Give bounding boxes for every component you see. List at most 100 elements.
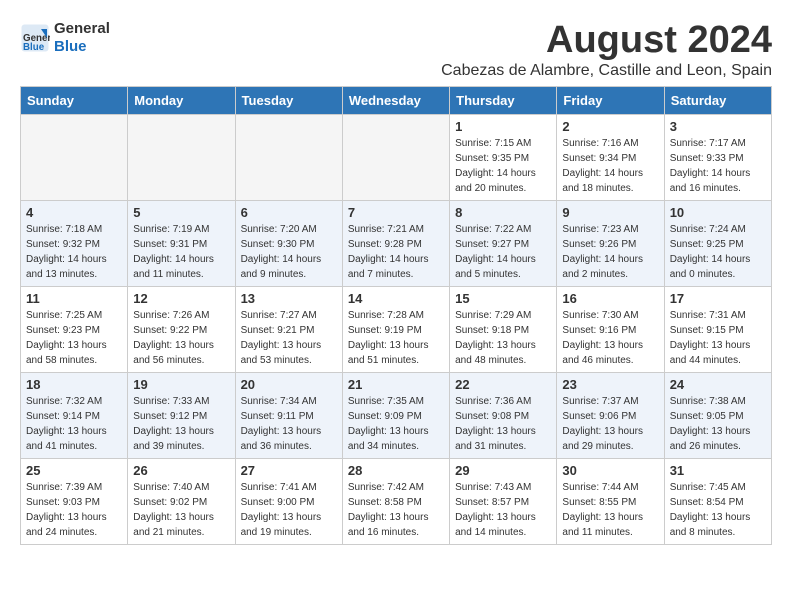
day-info: Sunrise: 7:33 AMSunset: 9:12 PMDaylight:… [133,394,229,454]
calendar-cell: 13Sunrise: 7:27 AMSunset: 9:21 PMDayligh… [235,286,342,372]
day-info: Sunrise: 7:15 AMSunset: 9:35 PMDaylight:… [455,136,551,196]
calendar-cell [128,114,235,200]
day-number: 10 [670,205,766,220]
day-number: 16 [562,291,658,306]
col-friday: Friday [557,86,664,114]
day-number: 21 [348,377,444,392]
calendar-cell: 27 Sunrise: 7:41 AMSunset: 9:00 PMDayligh… [235,458,342,544]
calendar-cell: 4Sunrise: 7:18 AMSunset: 9:32 PMDaylight… [21,200,128,286]
calendar-cell [342,114,449,200]
calendar-cell: 31Sunrise: 7:45 AMSunset: 8:54 PMDayligh… [664,458,771,544]
day-info: Sunrise: 7:31 AMSunset: 9:15 PMDaylight:… [670,308,766,368]
calendar-cell: 24 Sunrise: 7:38 AMSunset: 9:05 PMDayligh… [664,372,771,458]
day-number: 30 [562,463,658,478]
day-number: 7 [348,205,444,220]
day-info: Sunrise: 7:23 AMSunset: 9:26 PMDaylight:… [562,222,658,282]
day-number: 29 [455,463,551,478]
calendar-cell: 17Sunrise: 7:31 AMSunset: 9:15 PMDayligh… [664,286,771,372]
col-wednesday: Wednesday [342,86,449,114]
calendar-cell: 20Sunrise: 7:34 AMSunset: 9:11 PMDayligh… [235,372,342,458]
day-info: Sunrise: 7:26 AMSunset: 9:22 PMDaylight:… [133,308,229,368]
day-number: 22 [455,377,551,392]
calendar-cell: 16 Sunrise: 7:30 AMSunset: 9:16 PMDayligh… [557,286,664,372]
svg-text:Blue: Blue [23,42,45,53]
col-sunday: Sunday [21,86,128,114]
calendar-cell: 2Sunrise: 7:16 AMSunset: 9:34 PMDaylight… [557,114,664,200]
day-info: Sunrise: 7:36 AMSunset: 9:08 PMDaylight:… [455,394,551,454]
day-number: 1 [455,119,551,134]
day-info: Sunrise: 7:39 AMSunset: 9:03 PMDaylight:… [26,480,122,540]
logo-icon: General Blue [20,23,50,53]
day-info: Sunrise: 7:43 AMSunset: 8:57 PMDaylight:… [455,480,551,540]
day-info: Sunrise: 7:35 AMSunset: 9:09 PMDaylight:… [348,394,444,454]
calendar-cell [21,114,128,200]
calendar-cell: 18 Sunrise: 7:32 AMSunset: 9:14 PMDayligh… [21,372,128,458]
calendar-cell: 10 Sunrise: 7:24 AMSunset: 9:25 PMDayligh… [664,200,771,286]
day-info: Sunrise: 7:25 AMSunset: 9:23 PMDaylight:… [26,308,122,368]
day-info: Sunrise: 7:20 AMSunset: 9:30 PMDaylight:… [241,222,337,282]
day-info: Sunrise: 7:27 AMSunset: 9:21 PMDaylight:… [241,308,337,368]
day-number: 27 [241,463,337,478]
header-row: Sunday Monday Tuesday Wednesday Thursday… [21,86,772,114]
calendar-cell: 5 Sunrise: 7:19 AMSunset: 9:31 PMDaylight… [128,200,235,286]
calendar-cell: 19 Sunrise: 7:33 AMSunset: 9:12 PMDayligh… [128,372,235,458]
day-info: Sunrise: 7:30 AMSunset: 9:16 PMDaylight:… [562,308,658,368]
day-number: 12 [133,291,229,306]
calendar-cell: 26Sunrise: 7:40 AMSunset: 9:02 PMDayligh… [128,458,235,544]
calendar-cell: 21 Sunrise: 7:35 AMSunset: 9:09 PMDayligh… [342,372,449,458]
calendar-cell [235,114,342,200]
day-number: 3 [670,119,766,134]
day-number: 14 [348,291,444,306]
day-info: Sunrise: 7:16 AMSunset: 9:34 PMDaylight:… [562,136,658,196]
day-number: 9 [562,205,658,220]
day-info: Sunrise: 7:29 AMSunset: 9:18 PMDaylight:… [455,308,551,368]
day-info: Sunrise: 7:44 AMSunset: 8:55 PMDaylight:… [562,480,658,540]
calendar-cell: 14Sunrise: 7:28 AMSunset: 9:19 PMDayligh… [342,286,449,372]
calendar-week-4: 18 Sunrise: 7:32 AMSunset: 9:14 PMDayligh… [21,372,772,458]
day-info: Sunrise: 7:21 AMSunset: 9:28 PMDaylight:… [348,222,444,282]
page-header: General Blue GeneralBlue August 2024 Cab… [20,20,772,80]
calendar-week-1: 1 Sunrise: 7:15 AMSunset: 9:35 PMDaylight… [21,114,772,200]
calendar-cell: 6 Sunrise: 7:20 AMSunset: 9:30 PMDaylight… [235,200,342,286]
logo: General Blue GeneralBlue [20,20,110,56]
day-info: Sunrise: 7:40 AMSunset: 9:02 PMDaylight:… [133,480,229,540]
calendar-cell: 28Sunrise: 7:42 AMSunset: 8:58 PMDayligh… [342,458,449,544]
calendar-cell: 11 Sunrise: 7:25 AMSunset: 9:23 PMDayligh… [21,286,128,372]
day-info: Sunrise: 7:38 AMSunset: 9:05 PMDaylight:… [670,394,766,454]
day-number: 18 [26,377,122,392]
calendar-week-5: 25 Sunrise: 7:39 AMSunset: 9:03 PMDayligh… [21,458,772,544]
day-info: Sunrise: 7:19 AMSunset: 9:31 PMDaylight:… [133,222,229,282]
calendar-cell: 12 Sunrise: 7:26 AMSunset: 9:22 PMDayligh… [128,286,235,372]
calendar-cell: 1 Sunrise: 7:15 AMSunset: 9:35 PMDaylight… [450,114,557,200]
calendar-cell: 30 Sunrise: 7:44 AMSunset: 8:55 PMDayligh… [557,458,664,544]
calendar-table: Sunday Monday Tuesday Wednesday Thursday… [20,86,772,545]
day-info: Sunrise: 7:34 AMSunset: 9:11 PMDaylight:… [241,394,337,454]
day-number: 11 [26,291,122,306]
day-info: Sunrise: 7:45 AMSunset: 8:54 PMDaylight:… [670,480,766,540]
day-number: 25 [26,463,122,478]
calendar-week-2: 4Sunrise: 7:18 AMSunset: 9:32 PMDaylight… [21,200,772,286]
day-number: 5 [133,205,229,220]
day-info: Sunrise: 7:17 AMSunset: 9:33 PMDaylight:… [670,136,766,196]
calendar-cell: 29 Sunrise: 7:43 AMSunset: 8:57 PMDayligh… [450,458,557,544]
day-number: 6 [241,205,337,220]
day-info: Sunrise: 7:22 AMSunset: 9:27 PMDaylight:… [455,222,551,282]
day-info: Sunrise: 7:24 AMSunset: 9:25 PMDaylight:… [670,222,766,282]
calendar-cell: 9 Sunrise: 7:23 AMSunset: 9:26 PMDaylight… [557,200,664,286]
title-block: August 2024 Cabezas de Alambre, Castille… [441,20,772,80]
logo-text: GeneralBlue [54,20,110,56]
day-number: 4 [26,205,122,220]
calendar-cell: 8 Sunrise: 7:22 AMSunset: 9:27 PMDaylight… [450,200,557,286]
day-number: 28 [348,463,444,478]
day-number: 19 [133,377,229,392]
col-thursday: Thursday [450,86,557,114]
calendar-cell: 25 Sunrise: 7:39 AMSunset: 9:03 PMDayligh… [21,458,128,544]
month-title: August 2024 [441,20,772,62]
day-info: Sunrise: 7:32 AMSunset: 9:14 PMDaylight:… [26,394,122,454]
day-number: 24 [670,377,766,392]
col-tuesday: Tuesday [235,86,342,114]
day-number: 8 [455,205,551,220]
day-number: 23 [562,377,658,392]
day-info: Sunrise: 7:41 AMSunset: 9:00 PMDaylight:… [241,480,337,540]
col-saturday: Saturday [664,86,771,114]
